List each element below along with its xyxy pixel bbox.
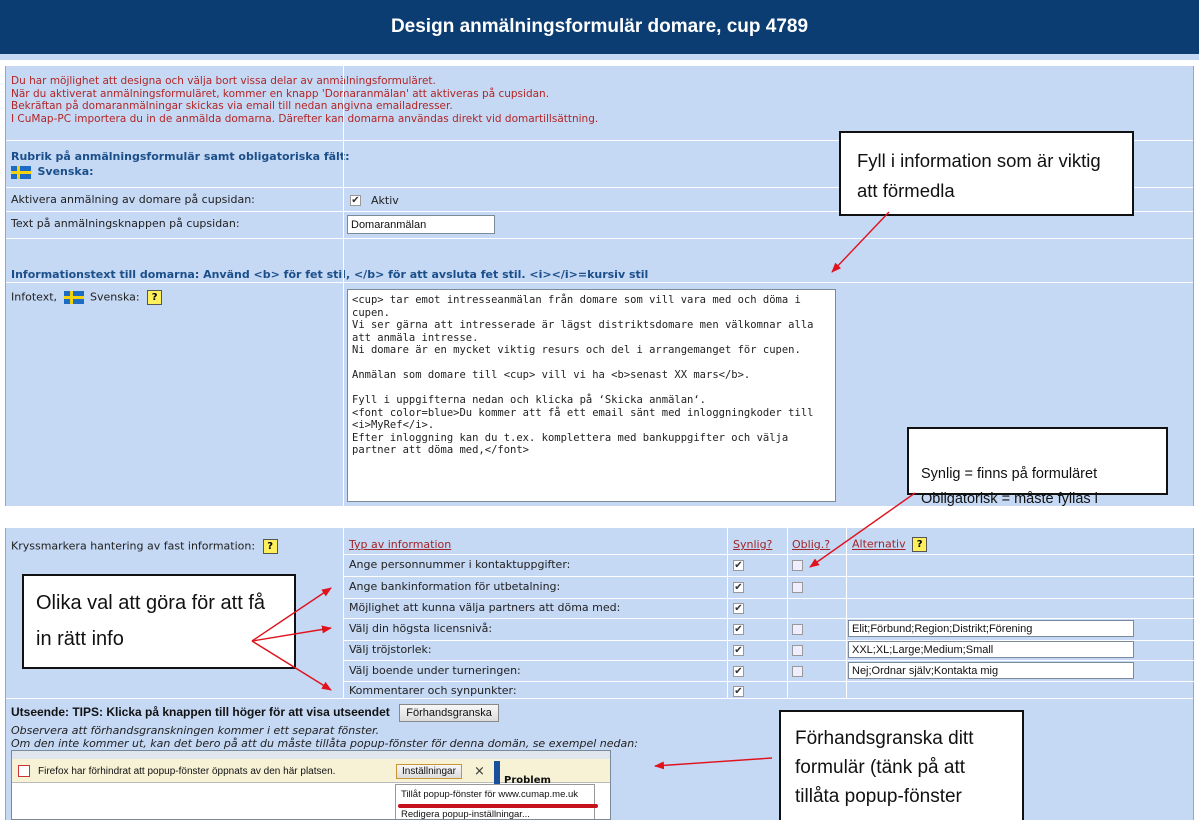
arrow-to-row-boende <box>251 640 332 691</box>
arrow-to-row-licensniva <box>251 587 332 642</box>
arrow-to-preview-note <box>654 757 773 770</box>
arrow-to-textarea <box>831 211 890 273</box>
arrow-to-row-trojstorlek <box>251 625 332 642</box>
annotation-arrows <box>251 211 916 770</box>
arrow-to-oblig-column <box>809 492 916 568</box>
